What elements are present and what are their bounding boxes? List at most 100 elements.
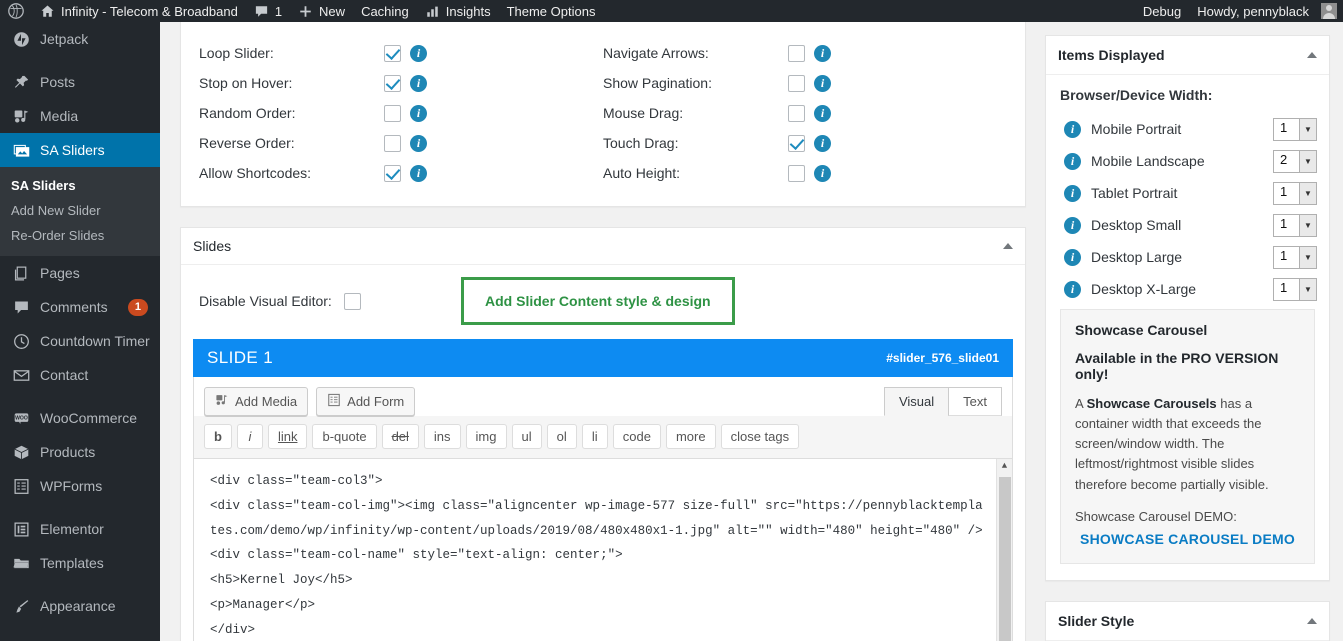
brush-icon	[11, 596, 31, 616]
showcase-carousel-demo-link[interactable]: SHOWCASE CAROUSEL DEMO	[1075, 531, 1300, 547]
navigate-arrows-checkbox[interactable]	[788, 44, 805, 62]
sidebar-item-jetpack[interactable]: Jetpack	[0, 22, 160, 56]
add-media-button[interactable]: Add Media	[204, 387, 309, 416]
info-icon[interactable]: i	[1064, 248, 1081, 266]
info-icon[interactable]: i	[410, 74, 427, 92]
quicktag-img[interactable]: img	[465, 424, 507, 449]
tablet-portrait-select[interactable]: 1 ▼	[1273, 181, 1317, 205]
sidebar-item-posts[interactable]: Posts	[0, 65, 160, 99]
sidebar-item-comments[interactable]: Comments 1	[0, 290, 160, 324]
add-form-button[interactable]: Add Form	[316, 387, 416, 416]
mouse-drag-checkbox[interactable]	[788, 104, 805, 122]
info-icon[interactable]: i	[814, 44, 831, 62]
slider-style-header[interactable]: Slider Style	[1046, 602, 1329, 640]
quicktag-code[interactable]: code	[612, 424, 661, 449]
insights-button[interactable]: Insights	[417, 0, 499, 22]
loop-slider-checkbox[interactable]	[384, 44, 401, 62]
caching-label: Caching	[361, 3, 409, 19]
mobile-landscape-select[interactable]: 2 ▼	[1273, 149, 1317, 173]
touch-drag-checkbox[interactable]	[788, 134, 805, 152]
quicktag-del[interactable]: del	[381, 424, 419, 449]
items-displayed-header[interactable]: Items Displayed	[1046, 36, 1329, 75]
comments-bubble-button[interactable]: 1	[246, 0, 290, 22]
quicktag-bold[interactable]: b	[204, 424, 232, 449]
quicktag-ul[interactable]: ul	[511, 424, 542, 449]
slides-panel-header[interactable]: Slides	[181, 228, 1025, 265]
info-icon[interactable]: i	[410, 134, 427, 152]
info-icon[interactable]: i	[814, 134, 831, 152]
info-icon[interactable]: i	[1064, 216, 1081, 234]
info-icon[interactable]: i	[814, 104, 831, 122]
quicktag-li[interactable]: li	[581, 424, 608, 449]
caching-button[interactable]: Caching	[353, 0, 417, 22]
sidebar-item-products[interactable]: Products	[0, 435, 160, 469]
site-name-button[interactable]: Infinity - Telecom & Broadband	[32, 0, 246, 22]
desktop-x-large-select[interactable]: 1 ▼	[1273, 277, 1317, 301]
tab-visual[interactable]: Visual	[883, 387, 950, 416]
info-icon[interactable]: i	[410, 164, 427, 182]
auto-height-checkbox[interactable]	[788, 164, 805, 182]
submenu-item-sa-sliders[interactable]: SA Sliders	[0, 173, 160, 198]
sidebar-item-templates[interactable]: Templates	[0, 546, 160, 580]
submenu-item-add-new-slider[interactable]: Add New Slider	[0, 198, 160, 223]
quicktag-ins[interactable]: ins	[423, 424, 461, 449]
editor-scrollbar[interactable]: ▲	[996, 459, 1012, 641]
allow-shortcodes-checkbox[interactable]	[384, 164, 401, 182]
sidebar-item-sa-sliders[interactable]: SA Sliders	[0, 133, 168, 167]
quicktag-more[interactable]: more	[665, 424, 716, 449]
debug-button[interactable]: Debug	[1135, 0, 1189, 22]
info-icon[interactable]: i	[814, 74, 831, 92]
slide-content-textarea[interactable]: <div class="team-col3"> <div class="team…	[194, 459, 1012, 641]
disable-visual-editor-checkbox[interactable]	[343, 292, 361, 310]
sidebar-item-countdown-timer[interactable]: Countdown Timer	[0, 324, 160, 358]
reverse-order-checkbox[interactable]	[384, 134, 401, 152]
random-order-checkbox[interactable]	[384, 104, 401, 122]
slide-header-bar[interactable]: SLIDE 1 #slider_576_slide01	[193, 339, 1013, 377]
quicktag-ol[interactable]: ol	[546, 424, 577, 449]
setting-label: Loop Slider:	[199, 45, 274, 61]
setting-label: Mouse Drag:	[603, 105, 684, 121]
desktop-large-select[interactable]: 1 ▼	[1273, 245, 1317, 269]
sidebar-item-appearance[interactable]: Appearance	[0, 589, 160, 623]
info-icon[interactable]: i	[1064, 280, 1081, 298]
chevron-up-icon[interactable]	[1307, 52, 1317, 58]
info-icon[interactable]: i	[410, 104, 427, 122]
slide-editor: Add Media Add Form Visual Text b i link …	[193, 377, 1013, 641]
stop-on-hover-checkbox[interactable]	[384, 74, 401, 92]
info-icon[interactable]: i	[1064, 120, 1081, 138]
mobile-portrait-select[interactable]: 1 ▼	[1273, 117, 1317, 141]
scrollbar-thumb[interactable]	[999, 477, 1011, 641]
sidebar-item-pages[interactable]: Pages	[0, 256, 160, 290]
show-pagination-checkbox[interactable]	[788, 74, 805, 92]
quicktag-italic[interactable]: i	[236, 424, 263, 449]
disable-visual-editor-label: Disable Visual Editor:	[199, 293, 332, 309]
chevron-up-icon[interactable]	[1003, 243, 1013, 249]
quicktag-link[interactable]: link	[267, 424, 308, 449]
code-line: <h5>Kernel Joy</h5>	[210, 573, 353, 587]
chevron-up-icon[interactable]	[1307, 617, 1317, 624]
sidebar-item-woocommerce[interactable]: WOO WooCommerce	[0, 401, 160, 435]
tab-text[interactable]: Text	[948, 387, 1002, 416]
quicktag-b-quote[interactable]: b-quote	[312, 424, 377, 449]
woo-icon: WOO	[11, 408, 31, 428]
info-icon[interactable]: i	[410, 44, 427, 62]
scroll-up-arrow-icon[interactable]: ▲	[997, 459, 1012, 475]
new-content-button[interactable]: New	[290, 0, 353, 22]
sidebar-item-label: Elementor	[40, 521, 104, 537]
info-icon[interactable]: i	[814, 164, 831, 182]
sidebar-item-elementor[interactable]: Elementor	[0, 512, 160, 546]
submenu-item-re-order-slides[interactable]: Re-Order Slides	[0, 223, 160, 248]
account-menu[interactable]: Howdy, pennyblack	[1189, 0, 1343, 22]
wordpress-logo-button[interactable]	[0, 0, 32, 22]
slides-panel: Slides Disable Visual Editor: Add Slider…	[180, 227, 1026, 641]
info-icon[interactable]: i	[1064, 184, 1081, 202]
desktop-small-select[interactable]: 1 ▼	[1273, 213, 1317, 237]
add-form-label: Add Form	[347, 394, 405, 409]
sidebar-item-wpforms[interactable]: WPForms	[0, 469, 160, 503]
info-icon[interactable]: i	[1064, 152, 1081, 170]
sa-sliders-submenu: SA Sliders Add New Slider Re-Order Slide…	[0, 167, 160, 256]
sidebar-item-media[interactable]: Media	[0, 99, 160, 133]
quicktag-close-tags[interactable]: close tags	[720, 424, 800, 449]
sidebar-item-contact[interactable]: Contact	[0, 358, 160, 392]
theme-options-button[interactable]: Theme Options	[499, 0, 604, 22]
